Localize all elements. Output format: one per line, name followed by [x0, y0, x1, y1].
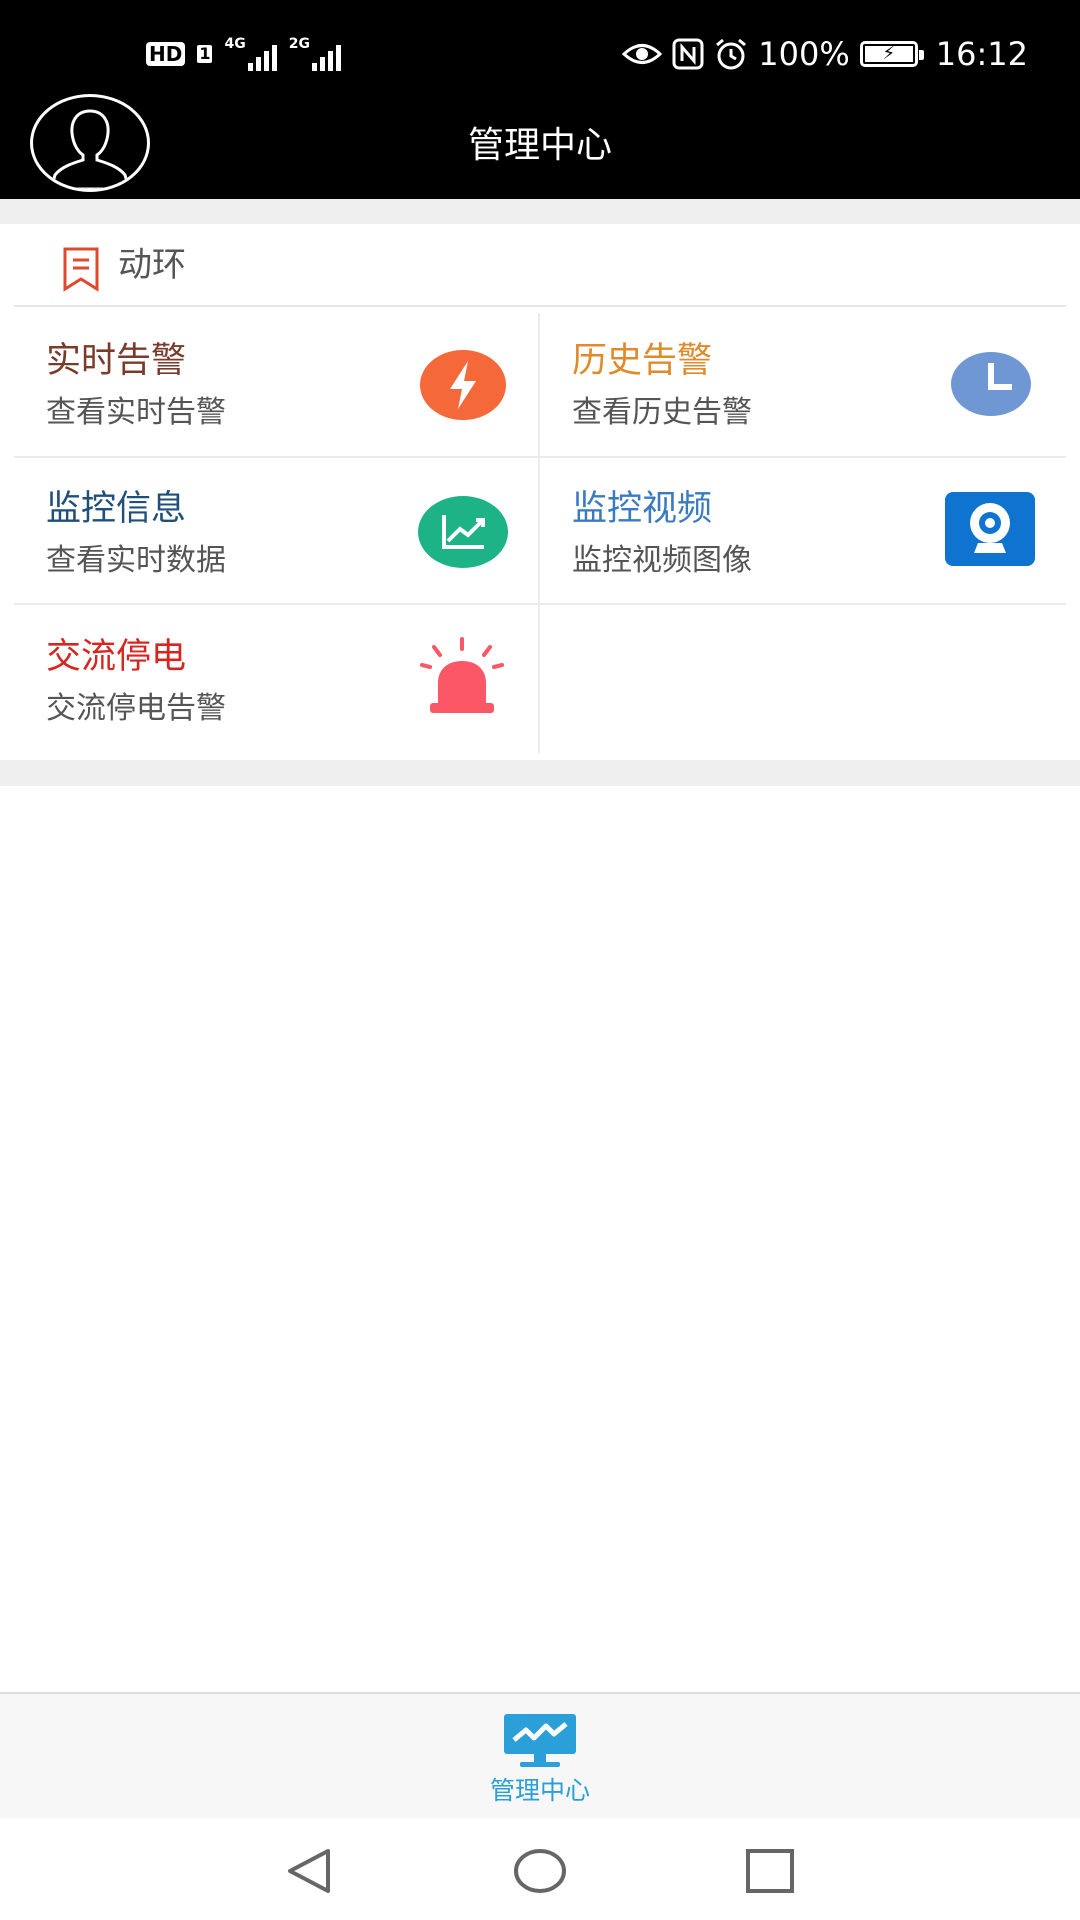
alarm-siren-icon [420, 637, 504, 713]
nfc-icon [672, 38, 704, 70]
tile-subtitle: 监控视频图像 [572, 543, 752, 578]
network-type-2g: 2G [288, 36, 310, 52]
function-grid: 实时告警 查看实时告警 历史告警 查看历史告警 监控信息 查看实时数据 监控视频… [0, 307, 1080, 760]
back-icon[interactable] [282, 1846, 338, 1896]
nav-label: 管理中心 [489, 1776, 590, 1805]
alarm-clock-icon [716, 38, 747, 70]
tile-title: 监控视频 [572, 489, 713, 529]
tile-monitor-video[interactable]: 监控视频 监控视频图像 [540, 455, 1066, 601]
app-header: 管理中心 [0, 94, 1080, 199]
status-left: HD 1 4G 2G [146, 34, 341, 74]
sim-number: 1 [197, 44, 213, 63]
battery-icon: ⚡ [859, 41, 924, 67]
tile-monitor-info[interactable]: 监控信息 查看实时数据 [14, 455, 538, 601]
status-bar: HD 1 4G 2G 100% ⚡ 16:12 [0, 0, 1080, 100]
trend-chart-icon [418, 496, 508, 568]
clock-icon [951, 352, 1031, 416]
section-title: 动环 [118, 245, 186, 285]
tile-ac-power-outage[interactable]: 交流停电 交流停电告警 [14, 603, 538, 749]
tile-title: 交流停电 [46, 637, 187, 677]
page-title: 管理中心 [467, 125, 612, 166]
tile-history-alarm[interactable]: 历史告警 查看历史告警 [540, 307, 1066, 453]
recent-apps-icon[interactable] [742, 1846, 798, 1896]
battery-percent: 100% [758, 35, 850, 73]
system-nav-bar [0, 1818, 1080, 1920]
signal-bars-icon [311, 43, 341, 71]
signal-4g: 4G [224, 36, 277, 71]
tile-subtitle: 交流停电告警 [46, 691, 226, 726]
tile-title: 监控信息 [46, 489, 187, 529]
section-header: 动环 [0, 224, 1080, 306]
clock-time: 16:12 [935, 35, 1028, 73]
tile-subtitle: 查看实时数据 [46, 543, 226, 578]
status-right: 100% ⚡ 16:12 [622, 32, 1028, 76]
eye-icon [622, 44, 663, 64]
home-icon[interactable] [512, 1846, 568, 1896]
hd-badge: HD [146, 42, 186, 66]
tile-realtime-alarm[interactable]: 实时告警 查看实时告警 [14, 307, 538, 453]
signal-bars-icon [247, 43, 277, 71]
nav-item-management-center[interactable]: 管理中心 [460, 1694, 620, 1818]
tile-title: 实时告警 [46, 341, 187, 381]
spacer-bottom [0, 760, 1080, 786]
bottom-nav: 管理中心 [0, 1692, 1080, 1818]
monitor-chart-icon [504, 1714, 576, 1767]
lightning-icon [420, 350, 506, 420]
camera-icon [945, 492, 1035, 566]
bookmark-icon [63, 247, 99, 292]
network-type-4g: 4G [224, 36, 246, 52]
signal-2g: 2G [289, 37, 341, 71]
tile-subtitle: 查看实时告警 [46, 395, 226, 430]
spacer-top [0, 199, 1080, 224]
tile-subtitle: 查看历史告警 [572, 395, 752, 430]
tile-title: 历史告警 [572, 341, 713, 381]
